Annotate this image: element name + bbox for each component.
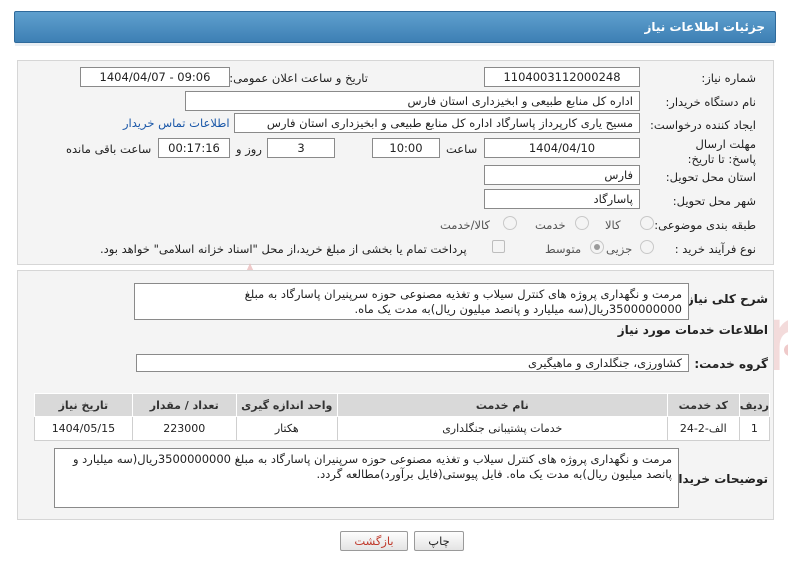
back-button[interactable]: بازگشت [340, 531, 408, 551]
col-row: ردیف [738, 393, 771, 417]
need-number-field[interactable]: 1104003112000248 [484, 67, 640, 87]
table-header-row: ردیف کد خدمت نام خدمت واحد اندازه گیری ت… [34, 393, 771, 417]
city-field[interactable]: پاسارگاد [484, 189, 640, 209]
buyer-notes-textarea[interactable]: مرمت و نگهداری پروژه های کنترل سیلاب و ت… [54, 448, 679, 508]
category-radio-goods-service[interactable] [503, 216, 517, 230]
cell-service-name: خدمات پشتیبانی جنگلداری [336, 416, 668, 441]
col-quantity: تعداد / مقدار [131, 393, 237, 417]
process-option-minor: جزیی [606, 242, 633, 256]
page-header: جزئیات اطلاعات نیاز [14, 11, 776, 46]
payment-note: پرداخت تمام یا بخشی از مبلغ خرید،از محل … [100, 242, 467, 256]
deadline-time-field[interactable]: 10:00 [372, 138, 440, 158]
city-label: شهر محل تحویل: [672, 194, 756, 208]
process-radio-minor[interactable] [640, 240, 654, 254]
service-group-label: گروه خدمت: [694, 357, 768, 371]
services-section-title: اطلاعات خدمات مورد نیاز [617, 323, 768, 337]
print-button[interactable]: چاپ [414, 531, 464, 551]
creator-field[interactable]: مسیح یاری کارپرداز پاسارگاد اداره کل منا… [234, 113, 640, 133]
description-label: شرح کلی نیاز: [682, 292, 768, 306]
province-label: استان محل تحویل: [665, 170, 756, 184]
category-radio-service[interactable] [575, 216, 589, 230]
cell-row: 1 [738, 416, 771, 441]
table-row[interactable]: 1 الف-2-24 خدمات پشتیبانی جنگلداری هکتار… [34, 416, 771, 441]
page-title: جزئیات اطلاعات نیاز [644, 20, 765, 34]
remaining-label: ساعت باقی مانده [66, 142, 152, 156]
description-textarea[interactable]: مرمت و نگهداری پروژه های کنترل سیلاب و ت… [134, 283, 689, 320]
need-number-label: شماره نیاز: [701, 71, 756, 85]
buyer-field[interactable]: اداره کل منابع طبیعی و ابخیزداری استان ف… [185, 91, 640, 111]
col-service-code: کد خدمت [666, 393, 740, 417]
buyer-label: نام دستگاه خریدار: [665, 95, 756, 109]
category-option-goods: کالا [605, 218, 621, 232]
process-label: نوع فرآیند خرید : [674, 242, 756, 256]
col-unit: واحد اندازه گیری [235, 393, 338, 417]
cell-unit: هکتار [235, 416, 338, 441]
services-table: ردیف کد خدمت نام خدمت واحد اندازه گیری ت… [34, 393, 771, 441]
creator-label: ایجاد کننده درخواست: [650, 118, 756, 132]
deadline-time-label: ساعت [446, 142, 478, 156]
cell-need-date: 1404/05/15 [34, 416, 133, 441]
category-option-goods-service: کالا/خدمت [440, 218, 491, 232]
deadline-label: مهلت ارسال پاسخ: تا تاریخ: [687, 137, 756, 166]
process-option-medium: متوسط [545, 242, 582, 256]
process-radio-medium[interactable] [590, 240, 604, 254]
announce-label: تاریخ و ساعت اعلان عمومی: [229, 71, 368, 85]
col-need-date: تاریخ نیاز [34, 393, 133, 417]
days-label: روز و [236, 142, 262, 156]
category-radio-goods[interactable] [640, 216, 654, 230]
cell-service-code: الف-2-24 [666, 416, 740, 441]
col-service-name: نام خدمت [336, 393, 668, 417]
treasury-checkbox[interactable] [492, 240, 505, 253]
province-field[interactable]: فارس [484, 165, 640, 185]
announce-datetime-field[interactable]: 1404/04/07 - 09:06 [80, 67, 230, 87]
deadline-date-field[interactable]: 1404/04/10 [484, 138, 640, 158]
cell-quantity: 223000 [131, 416, 237, 441]
category-option-service: خدمت [535, 218, 566, 232]
service-group-field[interactable]: کشاورزی، جنگلداری و ماهیگیری [136, 354, 689, 372]
buyer-notes-label: توضیحات خریدار: [666, 472, 768, 486]
remaining-time-field[interactable]: 00:17:16 [158, 138, 230, 158]
contact-buyer-link[interactable]: اطلاعات تماس خریدار [123, 116, 230, 130]
category-label: طبقه بندی موضوعی: [654, 218, 756, 232]
days-remaining-field[interactable]: 3 [267, 138, 335, 158]
